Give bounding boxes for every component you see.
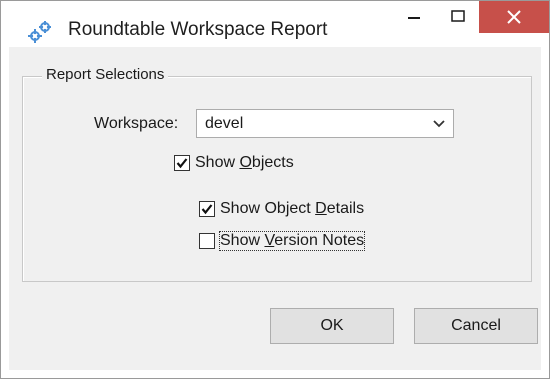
ok-button[interactable]: OK (270, 308, 394, 344)
close-icon (507, 10, 521, 24)
window-title: Roundtable Workspace Report (68, 19, 328, 40)
title-bar[interactable]: Roundtable Workspace Report (1, 1, 549, 47)
show-version-notes-box[interactable] (199, 233, 215, 249)
maximize-button[interactable] (441, 1, 475, 33)
show-objects-box[interactable] (174, 155, 190, 171)
checkmark-icon (201, 204, 213, 215)
report-selections-group (22, 76, 532, 282)
show-version-notes-label: Show Version Notes (218, 231, 366, 251)
workspace-dropdown[interactable]: devel (196, 109, 454, 138)
workspace-label: Workspace: (94, 115, 179, 132)
close-button[interactable] (479, 1, 549, 33)
chevron-down-icon (433, 120, 445, 128)
minimize-button[interactable] (397, 1, 431, 33)
workspace-selected-value: devel (205, 115, 244, 132)
roundtable-app-icon (28, 21, 51, 43)
show-object-details-label: Show Object Details (220, 200, 365, 217)
checkmark-icon (176, 158, 188, 169)
cancel-button[interactable]: Cancel (414, 308, 538, 344)
group-legend: Report Selections (42, 66, 169, 83)
show-objects-label: Show Objects (195, 154, 294, 171)
show-object-details-box[interactable] (199, 201, 215, 217)
maximize-icon (451, 10, 465, 22)
